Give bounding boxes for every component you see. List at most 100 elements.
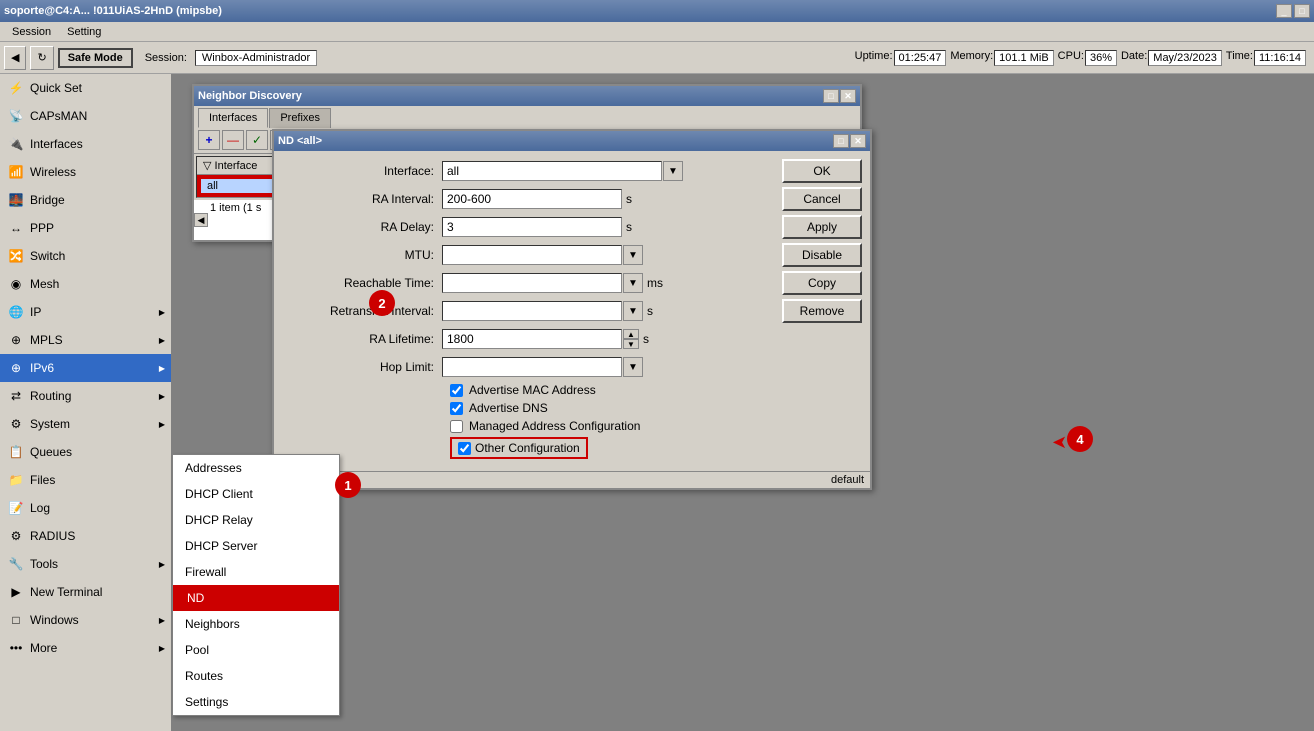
interface-dropdown[interactable]: ▼	[663, 161, 683, 181]
cpu-value: 36%	[1085, 50, 1117, 66]
submenu-neighbors[interactable]: Neighbors	[173, 611, 339, 637]
cancel-button[interactable]: Cancel	[782, 187, 862, 211]
enable-button[interactable]: ✓	[246, 130, 268, 150]
sidebar-item-windows[interactable]: □ Windows	[0, 606, 171, 634]
managed-address-checkbox[interactable]	[450, 420, 463, 433]
sidebar-item-system[interactable]: ⚙ System	[0, 410, 171, 438]
safe-mode-button[interactable]: Safe Mode	[58, 48, 133, 68]
sidebar-item-ppp[interactable]: ↔ PPP	[0, 214, 171, 242]
submenu-routes[interactable]: Routes	[173, 663, 339, 689]
retransmit-input[interactable]	[442, 301, 622, 321]
add-button[interactable]: +	[198, 130, 220, 150]
ra-lifetime-down[interactable]: ▼	[623, 339, 639, 349]
ra-interval-suffix: s	[626, 192, 632, 206]
nd-minimize[interactable]: □	[823, 89, 839, 103]
submenu-nd[interactable]: ND	[173, 585, 339, 611]
checkbox-row-advertise-mac: Advertise MAC Address	[282, 383, 770, 397]
sidebar-item-queues[interactable]: 📋 Queues	[0, 438, 171, 466]
other-config-label: Other Configuration	[475, 441, 580, 455]
menu-session[interactable]: Session	[4, 24, 59, 40]
sidebar-item-routing[interactable]: ⇄ Routing	[0, 382, 171, 410]
sidebar-item-log[interactable]: 📝 Log	[0, 494, 171, 522]
menu-setting[interactable]: Setting	[59, 24, 109, 40]
sidebar-item-bridge[interactable]: 🌉 Bridge	[0, 186, 171, 214]
nd-close[interactable]: ✕	[840, 89, 856, 103]
advertise-mac-label: Advertise MAC Address	[469, 383, 596, 397]
bridge-icon: 🌉	[8, 192, 24, 208]
hop-limit-dropdown[interactable]: ▼	[623, 357, 643, 377]
time-value: 11:16:14	[1254, 50, 1306, 66]
form-row-retransmit: Retransmit Interval: ▼ s	[282, 299, 770, 323]
status-bar: Uptime: 01:25:47 Memory: 101.1 MiB CPU: …	[855, 50, 1310, 66]
submenu-dhcp-server[interactable]: DHCP Server	[173, 533, 339, 559]
hop-limit-input[interactable]	[442, 357, 622, 377]
nd-all-minimize[interactable]: □	[833, 134, 849, 148]
sidebar-label-quick-set: Quick Set	[30, 81, 82, 95]
sidebar-item-files[interactable]: 📁 Files	[0, 466, 171, 494]
disable-button[interactable]: Disable	[782, 243, 862, 267]
submenu-pool[interactable]: Pool	[173, 637, 339, 663]
sidebar-item-ipv6[interactable]: ⊕ IPv6	[0, 354, 171, 382]
uptime-value: 01:25:47	[894, 50, 947, 66]
mtu-dropdown[interactable]: ▼	[623, 245, 643, 265]
sidebar-label-mpls: MPLS	[30, 333, 63, 347]
tab-interfaces[interactable]: Interfaces	[198, 108, 268, 128]
submenu-settings[interactable]: Settings	[173, 689, 339, 715]
submenu-dhcp-relay[interactable]: DHCP Relay	[173, 507, 339, 533]
managed-address-label: Managed Address Configuration	[469, 419, 640, 433]
sidebar-item-switch[interactable]: 🔀 Switch	[0, 242, 171, 270]
sidebar-item-mpls[interactable]: ⊕ MPLS	[0, 326, 171, 354]
remove-button[interactable]: —	[222, 130, 244, 150]
apply-button[interactable]: Apply	[782, 215, 862, 239]
tab-prefixes[interactable]: Prefixes	[269, 108, 331, 128]
nd-all-close[interactable]: ✕	[850, 134, 866, 148]
retransmit-dropdown[interactable]: ▼	[623, 301, 643, 321]
ra-lifetime-label: RA Lifetime:	[282, 332, 442, 346]
submenu-firewall[interactable]: Firewall	[173, 559, 339, 585]
main-area: ⚡ Quick Set 📡 CAPsMAN 🔌 Interfaces 📶 Wir…	[0, 74, 1314, 731]
nd-scroll-left[interactable]: ◀	[194, 213, 208, 227]
sidebar-item-tools[interactable]: 🔧 Tools	[0, 550, 171, 578]
remove-button[interactable]: Remove	[782, 299, 862, 323]
ra-delay-input[interactable]	[442, 217, 622, 237]
sidebar-label-tools: Tools	[30, 557, 58, 571]
mtu-input[interactable]	[442, 245, 622, 265]
sidebar-label-switch: Switch	[30, 249, 65, 263]
refresh-button[interactable]: ↻	[30, 46, 53, 70]
copy-button[interactable]: Copy	[782, 271, 862, 295]
sidebar-item-capsman[interactable]: 📡 CAPsMAN	[0, 102, 171, 130]
nd-title-buttons[interactable]: □ ✕	[823, 89, 856, 103]
title-bar-buttons[interactable]: _ □	[1276, 4, 1310, 18]
advertise-dns-checkbox[interactable]	[450, 402, 463, 415]
queues-icon: 📋	[8, 444, 24, 460]
reachable-dropdown[interactable]: ▼	[623, 273, 643, 293]
maximize-button[interactable]: □	[1294, 4, 1310, 18]
nd-all-title-buttons[interactable]: □ ✕	[833, 134, 866, 148]
other-config-checkbox[interactable]	[458, 442, 471, 455]
sidebar-item-wireless[interactable]: 📶 Wireless	[0, 158, 171, 186]
sidebar-item-ip[interactable]: 🌐 IP	[0, 298, 171, 326]
interface-input[interactable]	[442, 161, 662, 181]
files-icon: 📁	[8, 472, 24, 488]
sidebar-item-more[interactable]: ••• More	[0, 634, 171, 662]
retransmit-label: Retransmit Interval:	[282, 304, 442, 318]
reachable-input[interactable]	[442, 273, 622, 293]
ra-interval-input[interactable]	[442, 189, 622, 209]
sidebar-item-new-terminal[interactable]: ▶ New Terminal	[0, 578, 171, 606]
sidebar-item-quick-set[interactable]: ⚡ Quick Set	[0, 74, 171, 102]
ok-button[interactable]: OK	[782, 159, 862, 183]
ra-lifetime-up[interactable]: ▲	[623, 329, 639, 339]
ra-lifetime-input[interactable]	[442, 329, 622, 349]
sidebar-item-mesh[interactable]: ◉ Mesh	[0, 270, 171, 298]
ppp-icon: ↔	[8, 220, 24, 236]
uptime-label: Uptime:	[855, 50, 893, 66]
sidebar-item-radius[interactable]: ⚙ RADIUS	[0, 522, 171, 550]
sidebar-item-interfaces[interactable]: 🔌 Interfaces	[0, 130, 171, 158]
back-button[interactable]: ◀	[4, 46, 26, 70]
sidebar-label-new-terminal: New Terminal	[30, 585, 102, 599]
submenu-addresses[interactable]: Addresses	[173, 455, 339, 481]
advertise-mac-checkbox[interactable]	[450, 384, 463, 397]
sidebar: ⚡ Quick Set 📡 CAPsMAN 🔌 Interfaces 📶 Wir…	[0, 74, 172, 731]
submenu-dhcp-client[interactable]: DHCP Client	[173, 481, 339, 507]
minimize-button[interactable]: _	[1276, 4, 1292, 18]
